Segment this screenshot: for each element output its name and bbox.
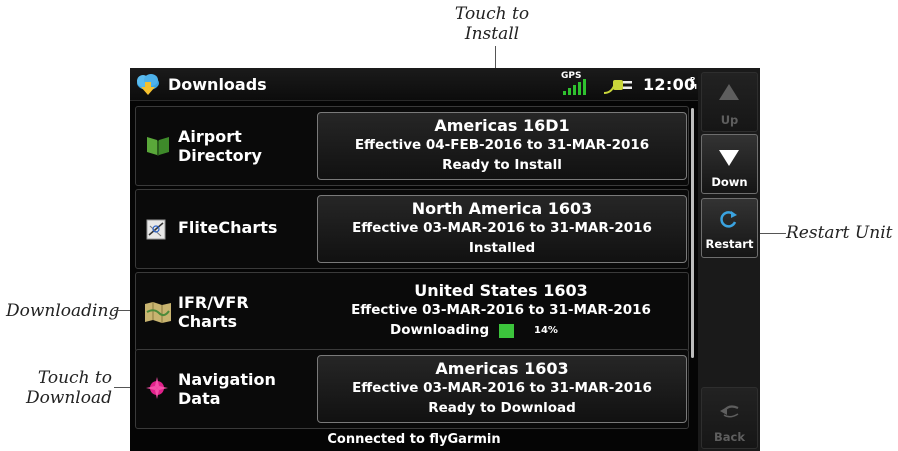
callout-downloading: Downloading	[6, 301, 120, 321]
button-sidebar: Up Down Restart Back	[698, 68, 760, 451]
arrow-down-icon	[718, 149, 740, 171]
install-button-airport-directory[interactable]: Americas 16D1 Effective 04-FEB-2016 to 3…	[317, 112, 687, 180]
compass-rose-icon	[145, 376, 169, 400]
row-label: FliteCharts	[178, 218, 278, 237]
flitecharts-database-button[interactable]: North America 1603 Effective 03-MAR-2016…	[317, 195, 687, 263]
list-item-ifr-vfr-charts: IFR/VFR Charts United States 1603 Effect…	[135, 272, 689, 352]
callout-touch-to-download: Touch to Download	[25, 368, 112, 408]
leader-line-restart	[756, 233, 786, 234]
progress-indicator	[499, 324, 514, 338]
up-button[interactable]: Up	[701, 72, 758, 132]
chart-icon	[145, 217, 169, 241]
database-name: United States 1603	[414, 281, 588, 300]
page-title: Downloads	[168, 75, 267, 94]
down-label: Down	[711, 175, 748, 189]
back-button[interactable]: Back	[701, 387, 758, 449]
connection-status: Connected to flyGarmin	[327, 432, 501, 447]
database-name: North America 1603	[411, 199, 593, 218]
signal-bars-icon	[563, 79, 586, 95]
effective-dates: Effective 03-MAR-2016 to 31-MAR-2016	[351, 302, 651, 318]
effective-dates: Effective 04-FEB-2016 to 31-MAR-2016	[354, 137, 650, 153]
plug-icon	[602, 75, 636, 95]
scrollbar[interactable]	[691, 108, 694, 358]
database-status: Ready to Install	[442, 157, 562, 173]
book-icon	[145, 133, 171, 157]
database-status: Ready to Download	[428, 400, 576, 416]
restart-button[interactable]: Restart	[701, 198, 758, 258]
progress-percent: 14%	[534, 325, 558, 336]
clock-ampm: P M	[690, 77, 697, 91]
arrow-up-icon	[718, 83, 740, 105]
effective-dates: Effective 03-MAR-2016 to 31-MAR-2016	[352, 220, 652, 236]
row-label: IFR/VFR Charts	[178, 293, 249, 331]
back-label: Back	[714, 430, 745, 444]
database-status: Installed	[468, 240, 536, 256]
clock-time: 12:00	[643, 75, 696, 94]
row-label: Airport Directory	[178, 127, 262, 165]
database-name: Americas 1603	[435, 359, 569, 378]
list-item-airport-directory: Airport Directory Americas 16D1 Effectiv…	[135, 106, 689, 186]
cloud-download-icon	[135, 72, 161, 96]
device-display: Downloads GPS 12:00 P M Airport Director…	[130, 68, 760, 451]
effective-dates: Effective 03-MAR-2016 to 31-MAR-2016	[352, 380, 652, 396]
download-progress: Downloading 14%	[390, 322, 630, 340]
map-icon	[144, 300, 172, 324]
list-item-navigation-data: Navigation Data Americas 1603 Effective …	[135, 349, 689, 429]
restart-icon	[719, 209, 739, 233]
gps-indicator: GPS	[561, 71, 587, 97]
title-bar: Downloads GPS 12:00 P M	[130, 68, 698, 101]
clock-ampm-bottom: M	[690, 83, 697, 91]
downloads-screen: Downloads GPS 12:00 P M Airport Director…	[130, 68, 698, 451]
ifr-vfr-download-status: United States 1603 Effective 03-MAR-2016…	[317, 278, 685, 344]
list-item-flitecharts: FliteCharts North America 1603 Effective…	[135, 189, 689, 269]
row-label: Navigation Data	[178, 370, 276, 408]
callout-restart-unit: Restart Unit	[786, 223, 893, 243]
up-label: Up	[720, 113, 739, 127]
restart-label: Restart	[705, 237, 754, 251]
download-status-text: Downloading	[390, 322, 490, 338]
down-button[interactable]: Down	[701, 134, 758, 194]
database-name: Americas 16D1	[434, 116, 570, 135]
download-button-navigation-data[interactable]: Americas 1603 Effective 03-MAR-2016 to 3…	[317, 355, 687, 423]
callout-touch-to-install: Touch to Install	[454, 4, 530, 44]
back-arrow-icon	[719, 402, 741, 424]
